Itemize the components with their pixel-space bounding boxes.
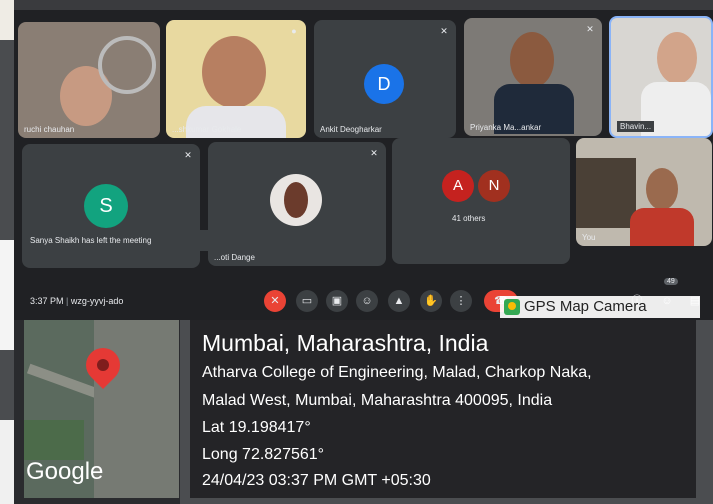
wall-decoration xyxy=(98,36,156,94)
gps-camera-icon xyxy=(504,299,520,315)
participant-count-badge: 49 xyxy=(664,278,678,285)
monitor-bezel xyxy=(0,0,14,504)
mic-off-icon: ✕ xyxy=(370,148,378,158)
location-city: Mumbai, Maharashtra, India xyxy=(202,330,489,356)
address-line-1: Atharva College of Engineering, Malad, C… xyxy=(202,364,592,381)
top-bar xyxy=(14,0,713,10)
participant-name: ...shkumar Gokhale xyxy=(172,125,242,134)
participant-video xyxy=(202,36,266,108)
profile-photo xyxy=(284,182,308,218)
participant-avatar: D xyxy=(364,64,404,104)
participant-name: ruchi chauhan xyxy=(24,125,75,134)
google-meet-window: ruchi chauhan ● ...shkumar Gokhale D ✕ A… xyxy=(14,10,713,320)
meeting-photo: ruchi chauhan ● ...shkumar Gokhale D ✕ A… xyxy=(0,0,713,504)
participant-avatar: N xyxy=(478,170,510,202)
participant-video xyxy=(510,32,554,88)
map-urban-area xyxy=(94,320,179,498)
left-meeting-notification: Sanya Shaikh has left the meeting xyxy=(22,230,234,251)
divider: | xyxy=(66,296,69,306)
mic-off-button[interactable]: ✕ xyxy=(264,290,286,312)
raise-hand-icon[interactable]: ✋ xyxy=(420,290,442,312)
participant-tile[interactable]: ✕ ...oti Dange xyxy=(208,142,386,266)
participant-video xyxy=(657,32,697,84)
participant-tile-active[interactable]: Bhavin... xyxy=(609,16,713,138)
latitude: Lat 19.198417° xyxy=(202,419,311,436)
gps-app-name: GPS Map Camera xyxy=(524,298,647,315)
mic-off-icon: ✕ xyxy=(184,150,192,160)
location-info-panel: Mumbai, Maharashtra, India Atharva Colle… xyxy=(190,320,696,498)
google-logo: Google xyxy=(26,458,104,485)
date-time: 24/04/23 03:37 PM GMT +05:30 xyxy=(202,472,431,489)
participant-tile[interactable]: ✕ Priyanka Ma...ankar xyxy=(464,18,602,136)
map-green-area xyxy=(24,420,84,460)
others-count: 41 others xyxy=(452,214,486,223)
participant-tile[interactable]: D ✕ Ankit Deogharkar xyxy=(314,20,456,138)
participant-video xyxy=(630,208,694,246)
participant-name: Ankit Deogharkar xyxy=(320,125,382,134)
address-line-2: Malad West, Mumbai, Maharashtra 400095, … xyxy=(202,392,553,409)
camera-button[interactable]: ▭ xyxy=(296,290,318,312)
participant-avatar: S xyxy=(84,184,128,228)
mic-icon: ● xyxy=(291,26,297,36)
map-thumbnail: Google xyxy=(24,320,179,498)
participant-tile[interactable]: ● ...shkumar Gokhale xyxy=(166,20,306,138)
participant-name: Bhavin... xyxy=(617,121,655,132)
others-tile[interactable]: A N 41 others xyxy=(392,138,570,264)
participant-avatar xyxy=(270,174,322,226)
meeting-code: wzg-yyvj-ado xyxy=(70,296,124,306)
meeting-info: 3:37 PM | wzg-yyvj-ado xyxy=(30,296,123,306)
mic-off-icon: ✕ xyxy=(586,24,594,34)
meeting-time: 3:37 PM xyxy=(30,296,64,306)
present-button[interactable]: ▲ xyxy=(388,290,410,312)
participant-avatar: A xyxy=(442,170,474,202)
participant-name: Priyanka Ma...ankar xyxy=(470,123,542,132)
captions-button[interactable]: ▣ xyxy=(326,290,348,312)
mic-off-icon: ✕ xyxy=(440,26,448,36)
participant-video xyxy=(646,168,678,210)
emoji-icon[interactable]: ☺ xyxy=(356,290,378,312)
participant-name: ...oti Dange xyxy=(214,253,255,262)
longitude: Long 72.827561° xyxy=(202,446,325,463)
self-tile[interactable]: You xyxy=(576,138,712,246)
window-background xyxy=(576,158,636,228)
more-options-icon[interactable]: ⋮ xyxy=(450,290,472,312)
participant-tile[interactable]: ruchi chauhan xyxy=(18,22,160,138)
gps-camera-label: GPS Map Camera xyxy=(500,296,700,318)
participant-name: You xyxy=(582,233,596,242)
